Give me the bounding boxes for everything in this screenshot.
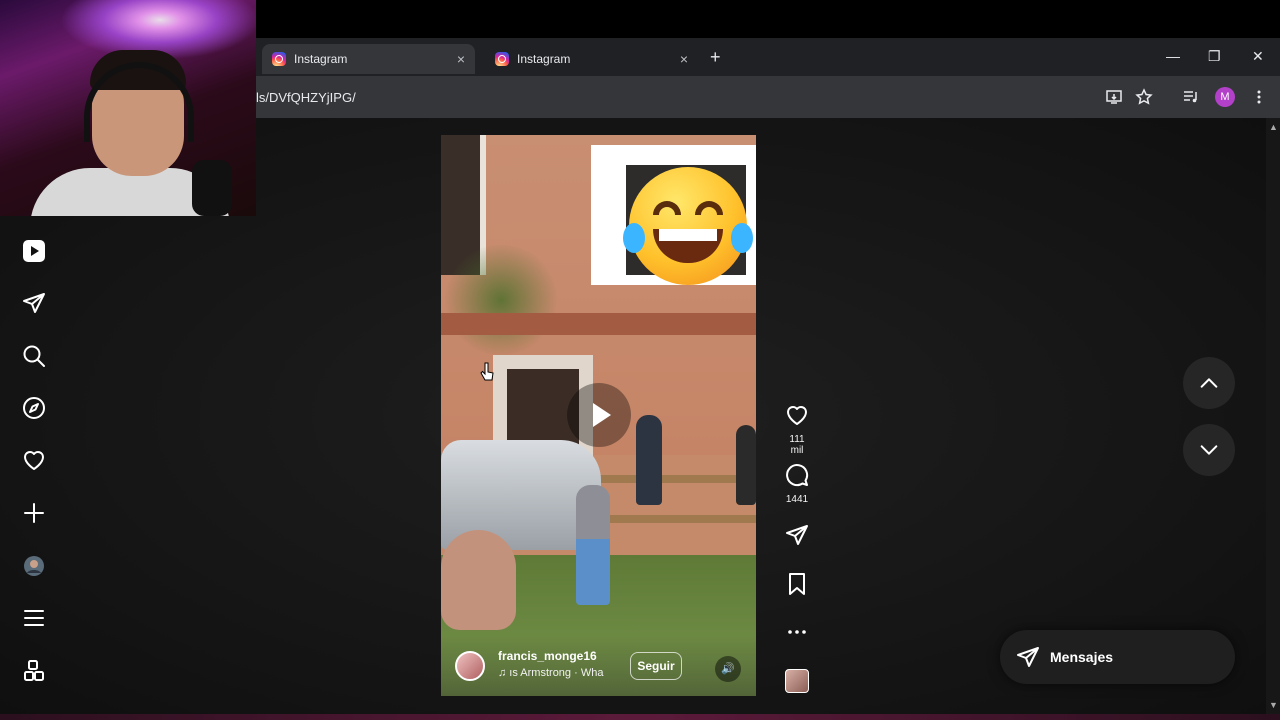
send-icon <box>23 293 45 313</box>
send-icon <box>1017 647 1039 667</box>
screen: Instagram × Instagram × + — ❐ ✕ ls/DVfQH… <box>0 0 1280 720</box>
audio-track[interactable]: ♫ ıs Armstrong · Wha <box>498 667 603 679</box>
media-control-icon[interactable] <box>1182 88 1200 106</box>
video-person-foreground <box>441 530 516 630</box>
video-fence <box>591 515 756 523</box>
tab-title: Instagram <box>294 52 348 66</box>
tab-close-icon[interactable]: × <box>457 51 465 67</box>
laughing-emoji-sticker <box>623 167 753 285</box>
avatar <box>24 556 44 576</box>
bookmark-star-icon[interactable] <box>1135 88 1153 106</box>
hamburger-icon <box>24 610 44 626</box>
sidebar-item-reels[interactable] <box>22 239 46 263</box>
kebab-menu-icon[interactable] <box>1250 88 1268 106</box>
share-action[interactable] <box>782 523 812 552</box>
author-avatar[interactable] <box>455 651 485 681</box>
plus-icon <box>24 503 44 523</box>
comment-action[interactable]: 1441 <box>782 463 812 505</box>
close-window-button[interactable]: ✕ <box>1252 48 1264 65</box>
more-dots-icon[interactable] <box>785 620 809 644</box>
send-icon[interactable] <box>785 523 809 547</box>
sidebar-item-profile[interactable] <box>22 554 46 578</box>
tab-instagram-active[interactable]: Instagram × <box>262 44 475 74</box>
instagram-favicon-icon <box>495 52 509 66</box>
taskbar-edge <box>0 714 1280 720</box>
more-options-action[interactable] <box>782 620 812 649</box>
sidebar-item-search[interactable] <box>22 344 46 368</box>
reel-footer <box>441 635 756 696</box>
messages-label: Mensajes <box>1050 649 1114 665</box>
sidebar-item-create[interactable] <box>22 501 46 525</box>
messages-button[interactable]: Mensajes <box>1000 630 1235 684</box>
play-button[interactable] <box>567 383 631 447</box>
heart-icon <box>24 451 44 470</box>
video-roof <box>441 313 756 335</box>
video-person <box>636 415 662 505</box>
grid-icon <box>24 660 44 681</box>
scroll-up-icon[interactable]: ▲ <box>1269 122 1278 132</box>
tab-close-icon[interactable]: × <box>680 51 688 67</box>
sidebar-item-also-from-meta[interactable] <box>22 659 46 683</box>
mouse-cursor-icon <box>480 362 494 381</box>
chevron-up-icon <box>1200 378 1218 388</box>
comment-count: 1441 <box>785 494 809 505</box>
comment-icon[interactable] <box>785 463 809 487</box>
compass-icon <box>23 397 45 419</box>
reels-icon <box>23 240 45 262</box>
page-scrollbar[interactable]: ▲ ▼ <box>1266 118 1280 714</box>
reel-video[interactable]: francis_monge16 ♫ ıs Armstrong · Wha Seg… <box>441 135 756 696</box>
tab-instagram[interactable]: Instagram × <box>485 44 698 74</box>
save-action[interactable] <box>782 572 812 601</box>
address-bar[interactable] <box>256 76 1280 118</box>
sidebar-item-messages[interactable] <box>22 291 46 315</box>
video-person-walking <box>576 485 610 605</box>
instagram-favicon-icon <box>272 52 286 66</box>
webcam-overlay <box>0 0 256 216</box>
previous-reel-button[interactable] <box>1183 357 1235 409</box>
install-app-icon[interactable] <box>1105 88 1123 106</box>
sidebar-item-notifications[interactable] <box>22 448 46 472</box>
browser-profile-avatar[interactable]: M <box>1215 87 1235 107</box>
follow-button[interactable]: Seguir <box>630 652 682 680</box>
video-person <box>736 425 756 505</box>
sidebar-item-more[interactable] <box>22 606 46 630</box>
like-action[interactable]: 111 mil <box>782 403 812 456</box>
next-reel-button[interactable] <box>1183 424 1235 476</box>
audio-thumbnail[interactable] <box>785 669 809 693</box>
url-text[interactable]: ls/DVfQHZYjIPG/ <box>256 90 356 105</box>
new-tab-button[interactable]: + <box>710 47 721 68</box>
video-tree <box>441 245 561 355</box>
mute-toggle-icon[interactable]: 🔊 <box>715 656 741 682</box>
chevron-down-icon <box>1200 445 1218 455</box>
sidebar-item-explore[interactable] <box>22 396 46 420</box>
heart-icon[interactable] <box>785 403 809 427</box>
minimize-button[interactable]: — <box>1166 48 1180 64</box>
author-username[interactable]: francis_monge16 <box>498 649 597 663</box>
restore-button[interactable]: ❐ <box>1208 48 1221 65</box>
search-icon <box>23 345 45 367</box>
like-count: 111 mil <box>789 434 805 456</box>
bookmark-icon[interactable] <box>785 572 809 596</box>
scroll-down-icon[interactable]: ▼ <box>1269 700 1278 710</box>
tab-title: Instagram <box>517 52 571 66</box>
